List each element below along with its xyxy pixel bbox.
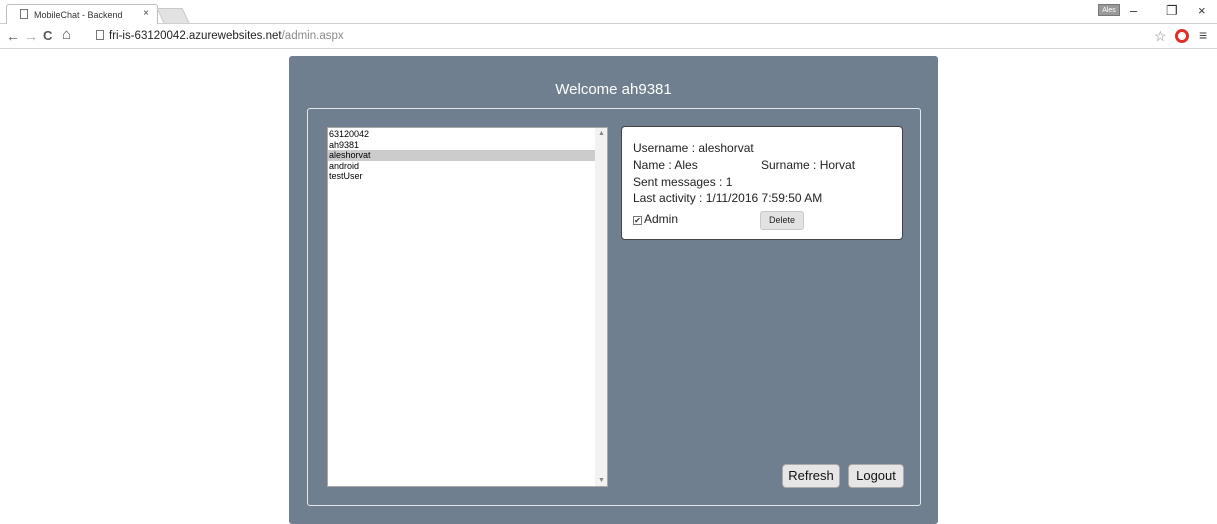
back-icon[interactable]: ← [6,28,20,44]
restore-icon[interactable]: ❐ [1166,3,1178,19]
home-icon[interactable]: ⌂ [62,26,71,43]
user-list-item[interactable]: aleshorvat [328,150,595,161]
url-host: fri-is-63120042.azurewebsites.net [109,30,282,42]
tab-strip: MobileChat - Backend × Ales – ❐ × [0,0,1217,24]
user-list-item[interactable]: android [328,161,595,172]
admin-checkbox[interactable]: ✔ [633,216,642,225]
menu-icon[interactable]: ≡ [1199,27,1207,43]
admin-checkbox-row: ✔ Admin [633,212,678,226]
user-listbox[interactable]: 63120042 ah9381 aleshorvat android testUser … [327,127,608,487]
page-icon [20,9,28,19]
welcome-heading: Welcome ah9381 [555,81,672,98]
user-list-item[interactable]: ah9381 [328,140,595,151]
window-close-icon[interactable]: × [1198,3,1206,18]
address-bar[interactable]: fri-is-63120042.azurewebsites.net/admin.… [96,30,344,42]
user-list-item[interactable]: testUser [328,171,595,182]
tab-close-icon[interactable]: × [143,8,149,19]
browser-toolbar: ← → C ⌂ fri-is-63120042.azurewebsites.ne… [0,25,1217,49]
profile-badge[interactable]: Ales [1098,4,1120,16]
content-frame: 63120042 ah9381 aleshorvat android testUser … [307,108,921,506]
url-path: /admin.aspx [281,30,344,42]
user-details-card: Username : aleshorvat Name : Ales Surnam… [621,126,903,240]
user-list: 63120042 ah9381 aleshorvat android testUser [328,129,595,182]
refresh-button[interactable]: Refresh [782,464,840,488]
minimize-icon[interactable]: – [1130,3,1137,18]
admin-panel: Welcome ah9381 63120042 ah9381 aleshorvat a… [289,56,938,524]
reload-icon[interactable]: C [43,28,52,43]
opera-icon[interactable] [1175,29,1189,43]
sent-messages-text: Sent messages : 1 [633,175,733,189]
name-text: Name : Ales [633,158,698,172]
username-text: Username : aleshorvat [633,141,754,155]
user-list-item[interactable]: 63120042 [328,129,595,140]
surname-text: Surname : Horvat [761,158,856,172]
delete-button[interactable]: Delete [760,211,804,230]
listbox-scrollbar[interactable]: ▲ ▼ [595,128,607,486]
bookmark-star-icon[interactable]: ☆ [1154,28,1167,45]
forward-icon[interactable]: → [24,28,38,44]
scroll-down-icon[interactable]: ▼ [598,477,605,484]
new-tab-button[interactable] [156,8,190,23]
tab-title: MobileChat - Backend [34,10,123,20]
scroll-up-icon[interactable]: ▲ [598,130,605,137]
admin-label: Admin [644,212,679,226]
browser-tab[interactable]: MobileChat - Backend × [6,4,158,24]
last-activity-text: Last activity : 1/11/2016 7:59:50 AM [633,191,823,205]
logout-button[interactable]: Logout [848,464,904,488]
page-info-icon [96,30,104,40]
